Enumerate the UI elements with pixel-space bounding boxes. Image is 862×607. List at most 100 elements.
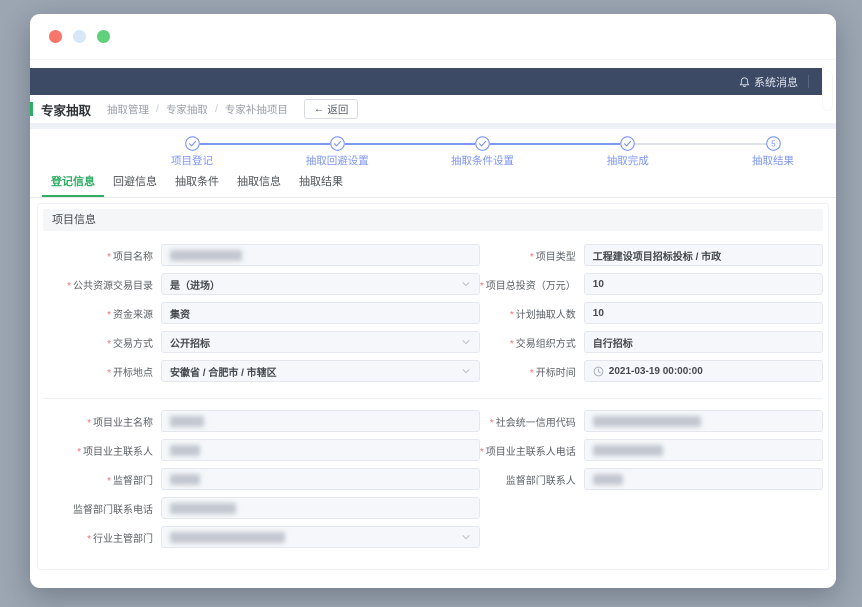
field-label-text: 监督部门联系电话 [73,505,153,516]
tab-3[interactable]: 抽取条件 [166,169,228,197]
breadcrumb-item[interactable]: 抽取管理 [107,102,149,117]
stepper-step: 抽取回避设置 [277,136,397,168]
back-button[interactable]: ← 返回 [304,99,359,119]
stepper-connector-done [192,143,628,145]
input-field[interactable]: 集资 [161,302,480,324]
field-label: *开标地点 [43,364,161,379]
close-window-button[interactable] [49,30,62,43]
select-field[interactable]: 是（进场） [161,273,480,295]
input-field[interactable] [584,410,823,432]
form-cell: *行业主管部门 [43,526,480,548]
form-cell: *监督部门 [43,468,480,490]
select-field[interactable] [161,526,480,548]
tab-2[interactable]: 回避信息 [104,169,166,197]
breadcrumb-item[interactable]: 专家抽取 [166,102,208,117]
required-asterisk: * [480,447,484,458]
stepper-step: 5 抽取结果 [713,136,833,168]
form-cell: *公共资源交易目录是（进场） [43,273,480,295]
field-label-text: 社会统一信用代码 [496,418,576,429]
minimize-window-button[interactable] [73,30,86,43]
input-field[interactable]: 自行招标 [584,331,823,353]
form-cell: *项目业主名称 [43,410,480,432]
stepper-step: 抽取完成 [568,136,688,168]
scrollbar-thumb[interactable] [823,72,832,110]
field-label: *交易方式 [43,335,161,350]
required-asterisk: * [530,368,534,379]
redacted-value [593,474,623,485]
svg-text:5: 5 [771,139,776,148]
field-label-text: 公共资源交易目录 [73,281,153,292]
stepper-step-label: 抽取回避设置 [306,153,369,168]
form-cell: *项目类型工程建设项目招标投标 / 市政 [480,244,823,266]
arrow-left-icon: ← [314,103,325,115]
input-field[interactable]: 10 [584,302,823,324]
step-check-icon [330,136,345,151]
form-row: *交易方式公开招标*交易组织方式自行招标 [43,331,823,353]
redacted-value [593,416,701,427]
input-field[interactable] [161,410,480,432]
redacted-value [170,503,236,514]
field-value: 安徽省 / 合肥市 / 市辖区 [170,364,277,379]
required-asterisk: * [107,339,111,350]
page-title: 专家抽取 [41,100,91,119]
field-label: *开标时间 [480,364,584,379]
project-info-panel: 项目信息 *项目名称*项目类型工程建设项目招标投标 / 市政*公共资源交易目录是… [37,203,829,570]
breadcrumb-separator: / [156,103,159,115]
select-field[interactable]: 公开招标 [161,331,480,353]
field-label: 监督部门联系电话 [43,501,161,516]
form-cell: *开标时间2021-03-19 00:00:00 [480,360,823,382]
step-number-icon: 5 [766,136,781,151]
required-asterisk: * [490,418,494,429]
field-label: *公共资源交易目录 [43,277,161,292]
system-messages-button[interactable]: 系统消息 [739,74,822,90]
form-cell: 监督部门联系电话 [43,497,480,519]
stepper-step-label: 项目登记 [171,153,213,168]
tab-4[interactable]: 抽取信息 [228,169,290,197]
bell-icon [739,76,750,88]
breadcrumb-item[interactable]: 专家补抽项目 [225,102,288,117]
stepper-step: 项目登记 [132,136,252,168]
titlebar-spacer [30,60,836,68]
maximize-window-button[interactable] [97,30,110,43]
form-cell: *项目业主联系人 [43,439,480,461]
input-field[interactable]: 10 [584,273,823,295]
field-label: *监督部门 [43,472,161,487]
chevron-down-icon [461,279,471,289]
app-window: 系统消息 专家抽取 抽取管理/专家抽取/专家补抽项目 ← 返回 项目登记抽取回避… [30,14,836,588]
field-value: 是（进场） [170,277,220,292]
form-row: *公共资源交易目录是（进场）*项目总投资（万元）10 [43,273,823,295]
tab-1[interactable]: 登记信息 [42,169,104,197]
input-field[interactable] [161,468,480,490]
field-label: 监督部门联系人 [480,472,584,487]
select-field[interactable]: 安徽省 / 合肥市 / 市辖区 [161,360,480,382]
form-cell [480,526,823,548]
field-label-text: 监督部门 [113,476,153,487]
section-header: 项目信息 [43,209,823,231]
field-label-text: 项目类型 [536,252,576,263]
input-field[interactable]: 工程建设项目招标投标 / 市政 [584,244,823,266]
input-field[interactable] [161,244,480,266]
form-cell: *交易方式公开招标 [43,331,480,353]
system-messages-label: 系统消息 [754,74,798,90]
field-label: *行业主管部门 [43,530,161,545]
stepper-step-label: 抽取结果 [752,153,794,168]
field-label: *项目业主联系人电话 [480,443,584,458]
input-field[interactable] [584,468,823,490]
tab-5[interactable]: 抽取结果 [290,169,352,197]
required-asterisk: * [107,476,111,487]
project-info-form: *项目名称*项目类型工程建设项目招标投标 / 市政*公共资源交易目录是（进场）*… [43,231,823,548]
chevron-down-icon [461,366,471,376]
datetime-field[interactable]: 2021-03-19 00:00:00 [584,360,823,382]
form-cell: *项目名称 [43,244,480,266]
input-field[interactable] [161,497,480,519]
field-label-text: 监督部门联系人 [506,476,576,487]
input-field[interactable] [584,439,823,461]
form-cell: *资金来源集资 [43,302,480,324]
input-field[interactable] [161,439,480,461]
form-row: *项目业主联系人*项目业主联系人电话 [43,439,823,461]
required-asterisk: * [480,281,484,292]
navbar-divider [808,75,809,88]
detail-tabs: 登记信息回避信息抽取条件抽取信息抽取结果 [30,169,836,198]
field-label-text: 行业主管部门 [93,534,153,545]
form-row: *项目名称*项目类型工程建设项目招标投标 / 市政 [43,244,823,266]
